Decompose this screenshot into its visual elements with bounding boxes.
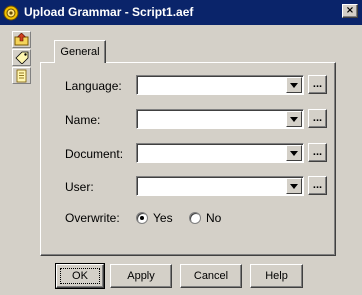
- language-combobox[interactable]: [136, 75, 304, 95]
- app-gear-icon: [3, 5, 19, 21]
- user-combobox[interactable]: [136, 176, 304, 196]
- overwrite-yes-label[interactable]: Yes: [153, 211, 173, 225]
- document-label: Document:: [65, 147, 124, 161]
- upload-tool-button[interactable]: [12, 31, 31, 48]
- help-button-label: Help: [265, 270, 288, 282]
- title-bar: Upload Grammar - Script1.aef ×: [0, 0, 362, 25]
- tab-general[interactable]: General: [54, 40, 106, 63]
- name-label: Name:: [65, 113, 101, 127]
- tag-tool-button[interactable]: [12, 49, 31, 66]
- apply-button[interactable]: Apply: [110, 264, 172, 288]
- name-browse-label: ...: [312, 112, 323, 124]
- ok-button[interactable]: OK: [55, 263, 105, 289]
- chevron-down-icon: [290, 180, 298, 192]
- overwrite-no-label[interactable]: No: [206, 211, 221, 225]
- document-combobox[interactable]: [136, 143, 304, 163]
- user-label: User:: [65, 180, 94, 194]
- chevron-down-icon: [290, 79, 298, 91]
- user-dropdown-button[interactable]: [286, 178, 302, 194]
- close-icon: ×: [345, 5, 355, 16]
- tag-icon: [14, 51, 29, 64]
- user-browse-label: ...: [312, 179, 323, 191]
- language-browse-button[interactable]: ...: [308, 75, 327, 94]
- language-dropdown-button[interactable]: [286, 77, 302, 93]
- document-dropdown-button[interactable]: [286, 145, 302, 161]
- radio-selected-dot: [140, 216, 144, 220]
- upload-grammar-dialog: Upload Grammar - Script1.aef × General L…: [0, 0, 362, 295]
- cancel-button[interactable]: Cancel: [180, 264, 242, 288]
- focus-rect: [60, 268, 100, 284]
- document-browse-label: ...: [312, 146, 323, 158]
- document-tool-button[interactable]: [12, 67, 31, 84]
- help-button[interactable]: Help: [250, 264, 303, 288]
- cancel-button-label: Cancel: [193, 270, 229, 282]
- document-icon: [15, 69, 28, 83]
- name-browse-button[interactable]: ...: [308, 109, 327, 128]
- language-browse-label: ...: [312, 78, 323, 90]
- overwrite-yes-radio[interactable]: [136, 212, 148, 224]
- language-label: Language:: [65, 79, 122, 93]
- tab-general-label: General: [60, 46, 100, 58]
- chevron-down-icon: [290, 147, 298, 159]
- chevron-down-icon: [290, 113, 298, 125]
- upload-icon: [14, 33, 29, 46]
- document-browse-button[interactable]: ...: [308, 143, 327, 162]
- user-browse-button[interactable]: ...: [308, 176, 327, 195]
- apply-button-label: Apply: [127, 270, 155, 282]
- overwrite-no-radio[interactable]: [189, 212, 201, 224]
- name-dropdown-button[interactable]: [286, 111, 302, 127]
- overwrite-label: Overwrite:: [65, 211, 120, 225]
- window-title: Upload Grammar - Script1.aef: [24, 5, 194, 19]
- name-combobox[interactable]: [136, 109, 304, 129]
- close-button[interactable]: ×: [342, 4, 358, 18]
